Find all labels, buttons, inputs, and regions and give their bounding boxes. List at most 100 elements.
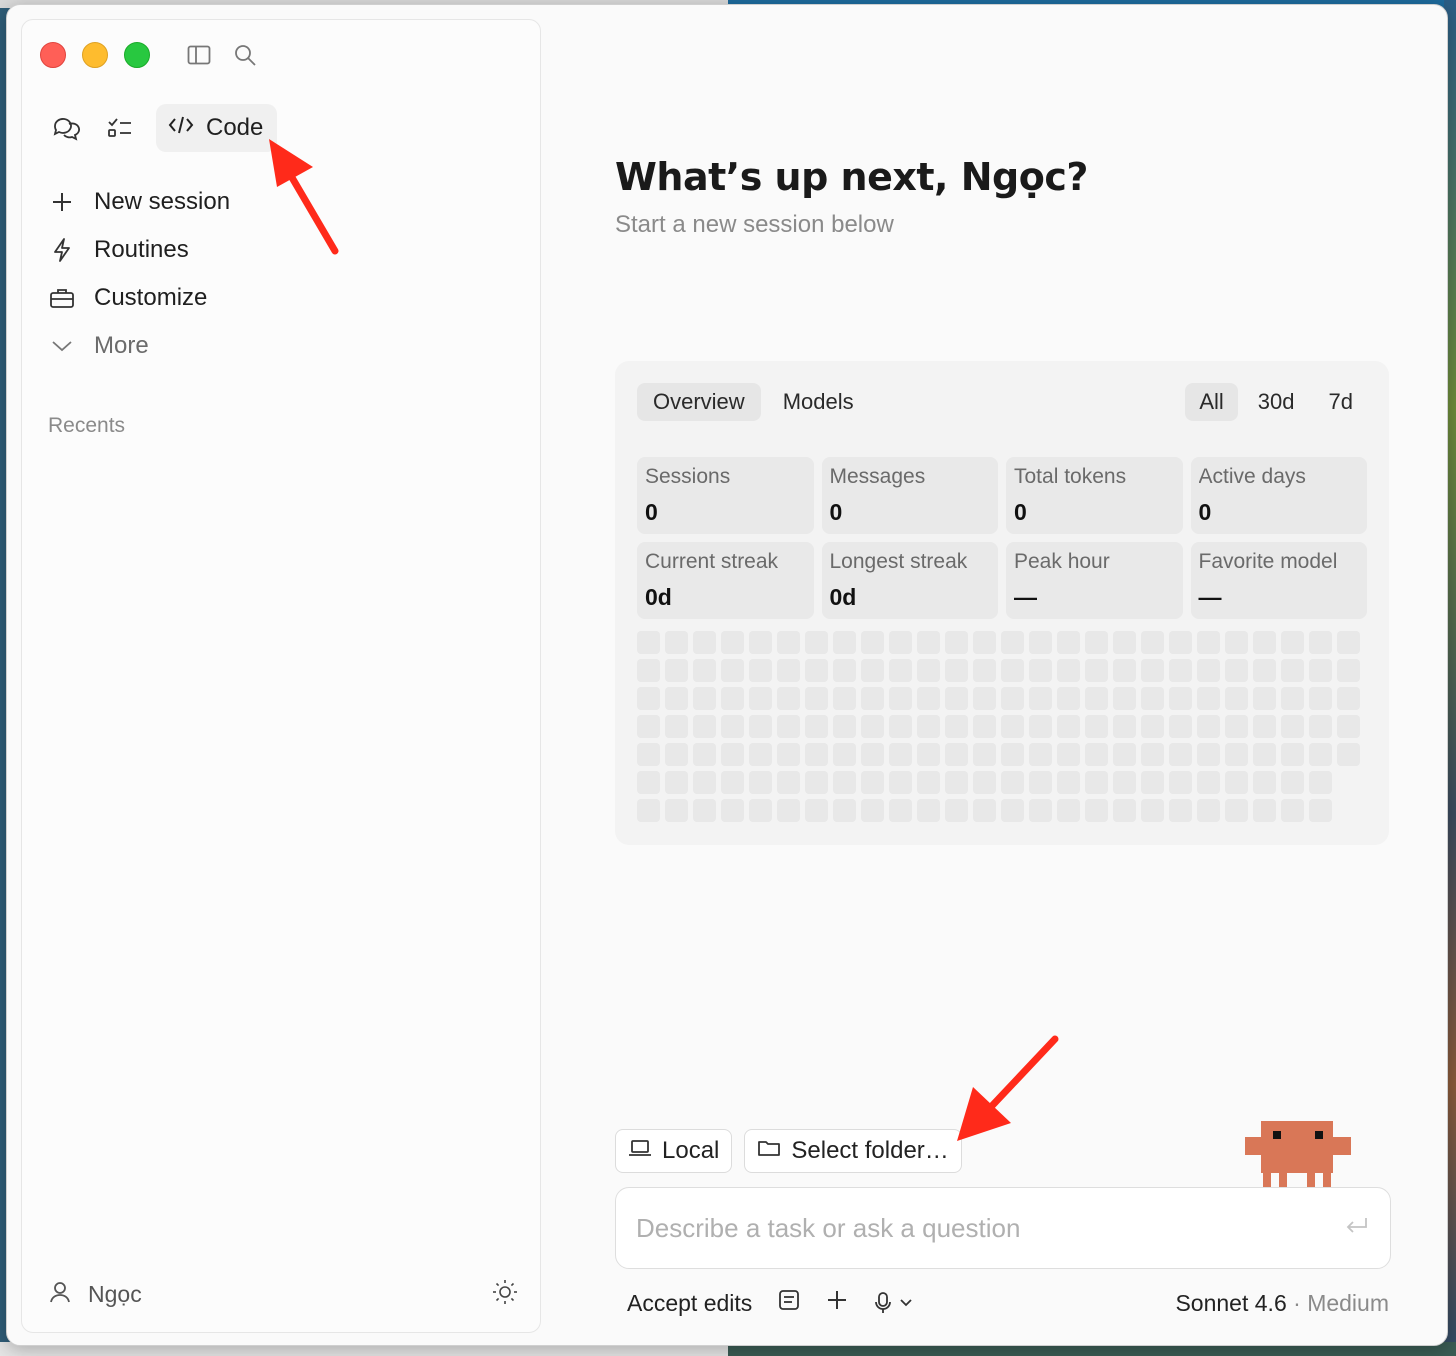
- stat-value: 0d: [645, 584, 672, 610]
- heatmap-cell: [637, 743, 660, 766]
- heatmap-cell: [1085, 715, 1108, 738]
- sidebar-item-routines[interactable]: Routines: [48, 226, 508, 274]
- chevron-down-icon: [48, 332, 76, 360]
- heatmap-cell: [1225, 771, 1248, 794]
- heatmap-cell: [889, 687, 912, 710]
- local-env-button[interactable]: Local: [615, 1129, 733, 1173]
- heatmap-cell: [693, 631, 716, 654]
- permission-mode-button[interactable]: Accept edits: [627, 1290, 752, 1317]
- chat-bubbles-icon[interactable]: [48, 110, 84, 146]
- heatmap-cell: [1141, 631, 1164, 654]
- heatmap-cell: [1169, 799, 1192, 822]
- heatmap-cell: [1001, 687, 1024, 710]
- heatmap-cell: [1253, 715, 1276, 738]
- range-7d[interactable]: 7d: [1315, 383, 1367, 421]
- heatmap-cell: [833, 631, 856, 654]
- heatmap-cell: [1197, 659, 1220, 682]
- heatmap-cell: [973, 799, 996, 822]
- pixel-crab-mascot-icon: [1245, 1117, 1351, 1189]
- heatmap-cell: [637, 771, 660, 794]
- sidebar-item-customize[interactable]: Customize: [48, 274, 508, 322]
- heatmap-cell: [805, 715, 828, 738]
- heatmap-cell: [1197, 799, 1220, 822]
- heatmap-cell: [1225, 659, 1248, 682]
- heatmap-cell: [945, 743, 968, 766]
- heatmap-cell: [889, 799, 912, 822]
- heatmap-cell: [721, 771, 744, 794]
- local-env-label: Local: [662, 1137, 720, 1164]
- heatmap-cell: [1169, 743, 1192, 766]
- heatmap-cell: [693, 743, 716, 766]
- heatmap-cell: [665, 687, 688, 710]
- heatmap-cell: [917, 799, 940, 822]
- heatmap-row: [637, 715, 1360, 738]
- heatmap-cell: [805, 687, 828, 710]
- tab-overview[interactable]: Overview: [637, 383, 761, 421]
- microphone-icon[interactable]: [874, 1291, 912, 1315]
- heatmap-cell: [721, 743, 744, 766]
- heatmap-cell: [1029, 631, 1052, 654]
- heatmap-cell: [1197, 631, 1220, 654]
- heatmap-cell: [833, 687, 856, 710]
- stat-sessions: Sessions 0: [637, 457, 814, 534]
- heatmap-cell: [1253, 631, 1276, 654]
- heatmap-cell: [1309, 715, 1332, 738]
- prompt-input[interactable]: [636, 1212, 1276, 1244]
- search-icon[interactable]: [232, 42, 258, 68]
- close-window-button[interactable]: [40, 42, 66, 68]
- range-30d[interactable]: 30d: [1244, 383, 1309, 421]
- heatmap-cell: [917, 771, 940, 794]
- sidebar-item-more[interactable]: More: [48, 322, 508, 370]
- heatmap-cell: [1197, 687, 1220, 710]
- heatmap-cell: [861, 715, 884, 738]
- stat-value: —: [1198, 584, 1222, 610]
- user-account-button[interactable]: Ngọc: [48, 1280, 142, 1310]
- select-folder-button[interactable]: Select folder…: [744, 1129, 962, 1173]
- range-all[interactable]: All: [1185, 383, 1238, 421]
- stat-label: Favorite model: [1198, 550, 1338, 573]
- heatmap-cell: [805, 771, 828, 794]
- heatmap-cell: [749, 799, 772, 822]
- stat-value: 0d: [829, 584, 857, 610]
- tab-models[interactable]: Models: [767, 383, 870, 421]
- add-attachment-icon[interactable]: [826, 1289, 848, 1317]
- theme-sun-icon[interactable]: [492, 1279, 518, 1310]
- heatmap-cell: [1113, 631, 1136, 654]
- heatmap-cell: [1309, 631, 1332, 654]
- heatmap-cell: [665, 715, 688, 738]
- heatmap-cell: [973, 743, 996, 766]
- checklist-icon[interactable]: [102, 110, 138, 146]
- heatmap-cell: [917, 687, 940, 710]
- notes-icon[interactable]: [778, 1289, 800, 1317]
- heatmap-cell: [1001, 799, 1024, 822]
- heatmap-row: [637, 799, 1360, 822]
- heatmap-row: [637, 771, 1360, 794]
- page-subtitle: Start a new session below: [615, 211, 894, 238]
- toggle-sidebar-icon[interactable]: [186, 42, 212, 68]
- heatmap-cell: [637, 631, 660, 654]
- heatmap-cell: [1169, 771, 1192, 794]
- model-separator: ·: [1286, 1289, 1308, 1316]
- code-mode-tab[interactable]: Code: [156, 104, 278, 152]
- stat-longest-streak: Longest streak 0d: [821, 542, 998, 619]
- heatmap-cell: [1337, 715, 1360, 738]
- heatmap-cell: [889, 631, 912, 654]
- heatmap-cell: [889, 715, 912, 738]
- heatmap-cell: [1169, 659, 1192, 682]
- sidebar-item-new-session[interactable]: New session: [48, 178, 508, 226]
- heatmap-cell: [1113, 771, 1136, 794]
- heatmap-cell: [1113, 715, 1136, 738]
- heatmap-cell: [637, 799, 660, 822]
- heatmap-cell: [777, 799, 800, 822]
- stat-label: Peak hour: [1014, 550, 1110, 573]
- enter-return-icon[interactable]: [1344, 1215, 1370, 1242]
- stat-favorite-model: Favorite model —: [1190, 542, 1367, 619]
- heatmap-cell: [1057, 799, 1080, 822]
- heatmap-cell: [1225, 687, 1248, 710]
- heatmap-cell: [777, 771, 800, 794]
- zoom-window-button[interactable]: [124, 42, 150, 68]
- heatmap-row: [637, 687, 1360, 710]
- minimize-window-button[interactable]: [82, 42, 108, 68]
- model-selector[interactable]: Sonnet 4.6 · Medium: [1175, 1290, 1389, 1317]
- plus-icon: [48, 188, 76, 216]
